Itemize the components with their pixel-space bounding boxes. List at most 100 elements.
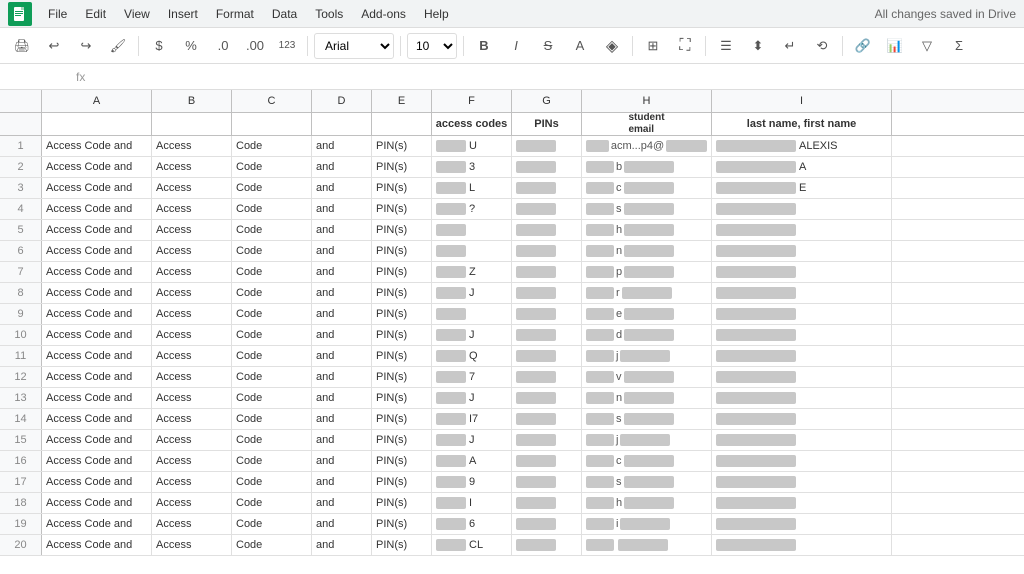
cell-d[interactable]: and <box>312 514 372 534</box>
cell-b[interactable]: Access <box>152 451 232 471</box>
cell-c[interactable]: Code <box>232 514 312 534</box>
cell-f[interactable] <box>432 304 512 324</box>
cell-b[interactable]: Access <box>152 514 232 534</box>
cell-d[interactable]: and <box>312 136 372 156</box>
decimal-dec-button[interactable]: .0 <box>209 32 237 60</box>
currency-button[interactable]: $ <box>145 32 173 60</box>
cell-h[interactable]: d <box>582 325 712 345</box>
cell-d[interactable]: and <box>312 262 372 282</box>
cell-e[interactable]: PIN(s) <box>372 514 432 534</box>
filter-button[interactable]: ▽ <box>913 32 941 60</box>
cell-h[interactable]: p <box>582 262 712 282</box>
cell-d[interactable]: and <box>312 367 372 387</box>
menu-view[interactable]: View <box>116 4 158 24</box>
cell-c[interactable]: Code <box>232 346 312 366</box>
cell-a[interactable]: Access Code and <box>42 535 152 555</box>
cell-d[interactable]: and <box>312 157 372 177</box>
cell-b[interactable]: Access <box>152 283 232 303</box>
menu-format[interactable]: Format <box>208 4 262 24</box>
cell-b[interactable]: Access <box>152 493 232 513</box>
table-row[interactable]: 12Access Code andAccessCodeandPIN(s)7v <box>0 367 1024 388</box>
cell-d[interactable]: and <box>312 178 372 198</box>
cell-g[interactable] <box>512 199 582 219</box>
col-header-i[interactable]: I <box>712 90 892 112</box>
cell-a[interactable]: Access Code and <box>42 157 152 177</box>
cell-f[interactable]: 3 <box>432 157 512 177</box>
borders-button[interactable]: ⊞ <box>639 32 667 60</box>
cell-a[interactable]: Access Code and <box>42 304 152 324</box>
cell-e[interactable]: PIN(s) <box>372 409 432 429</box>
table-row[interactable]: 6Access Code andAccessCodeandPIN(s)n <box>0 241 1024 262</box>
col-header-g[interactable]: G <box>512 90 582 112</box>
cell-e[interactable]: PIN(s) <box>372 283 432 303</box>
cell-a[interactable]: Access Code and <box>42 199 152 219</box>
cell-c[interactable]: Code <box>232 241 312 261</box>
cell-a[interactable]: Access Code and <box>42 346 152 366</box>
cell-g[interactable] <box>512 283 582 303</box>
cell-h[interactable]: s <box>582 472 712 492</box>
cell-d[interactable]: and <box>312 430 372 450</box>
cell-g[interactable] <box>512 241 582 261</box>
cell-h[interactable]: j <box>582 430 712 450</box>
cell-b[interactable]: Access <box>152 472 232 492</box>
cell-f[interactable]: J <box>432 325 512 345</box>
cell-f[interactable]: I <box>432 493 512 513</box>
cell-a[interactable]: Access Code and <box>42 514 152 534</box>
cell-e[interactable]: PIN(s) <box>372 472 432 492</box>
cell-i[interactable] <box>712 241 892 261</box>
cell-c[interactable]: Code <box>232 304 312 324</box>
cell-c[interactable]: Code <box>232 535 312 555</box>
cell-i[interactable] <box>712 535 892 555</box>
cell-f[interactable]: L <box>432 178 512 198</box>
cell-a[interactable]: Access Code and <box>42 388 152 408</box>
merge-button[interactable]: ⛶ <box>671 32 699 60</box>
format-123-button[interactable]: 123 <box>273 32 301 60</box>
cell-b[interactable]: Access <box>152 220 232 240</box>
table-row[interactable]: 7Access Code andAccessCodeandPIN(s)Zp <box>0 262 1024 283</box>
undo-button[interactable]: ↩ <box>40 32 68 60</box>
cell-c[interactable]: Code <box>232 325 312 345</box>
cell-i[interactable] <box>712 220 892 240</box>
cell-f[interactable]: 7 <box>432 367 512 387</box>
cell-i[interactable]: ALEXIS <box>712 136 892 156</box>
cell-a[interactable]: Access Code and <box>42 472 152 492</box>
col-header-f[interactable]: F <box>432 90 512 112</box>
cell-i[interactable]: E <box>712 178 892 198</box>
cell-f[interactable]: U <box>432 136 512 156</box>
cell-i[interactable] <box>712 283 892 303</box>
cell-f[interactable]: J <box>432 430 512 450</box>
cell-c[interactable]: Code <box>232 451 312 471</box>
cell-c[interactable]: Code <box>232 409 312 429</box>
cell-b[interactable]: Access <box>152 157 232 177</box>
cell-i[interactable] <box>712 199 892 219</box>
col-header-d[interactable]: D <box>312 90 372 112</box>
cell-h[interactable]: c <box>582 178 712 198</box>
cell-i[interactable] <box>712 514 892 534</box>
cell-h[interactable]: s <box>582 409 712 429</box>
table-row[interactable]: 3Access Code andAccessCodeandPIN(s)LcE <box>0 178 1024 199</box>
cell-b[interactable]: Access <box>152 241 232 261</box>
align-left-button[interactable]: ☰ <box>712 32 740 60</box>
cell-f[interactable]: ? <box>432 199 512 219</box>
cell-a[interactable]: Access Code and <box>42 409 152 429</box>
cell-d[interactable]: and <box>312 409 372 429</box>
menu-edit[interactable]: Edit <box>77 4 114 24</box>
cell-e[interactable]: PIN(s) <box>372 262 432 282</box>
cell-h[interactable]: n <box>582 388 712 408</box>
cell-c[interactable]: Code <box>232 493 312 513</box>
cell-e[interactable]: PIN(s) <box>372 157 432 177</box>
cell-f[interactable]: J <box>432 388 512 408</box>
cell-d[interactable]: and <box>312 346 372 366</box>
col-header-c[interactable]: C <box>232 90 312 112</box>
cell-g[interactable] <box>512 220 582 240</box>
cell-c[interactable]: Code <box>232 388 312 408</box>
cell-g[interactable] <box>512 367 582 387</box>
cell-g[interactable] <box>512 304 582 324</box>
cell-d[interactable]: and <box>312 493 372 513</box>
cell-f[interactable]: A <box>432 451 512 471</box>
cell-h[interactable]: n <box>582 241 712 261</box>
cell-g[interactable] <box>512 136 582 156</box>
col-header-e[interactable]: E <box>372 90 432 112</box>
cell-b[interactable]: Access <box>152 136 232 156</box>
functions-button[interactable]: Σ <box>945 32 973 60</box>
